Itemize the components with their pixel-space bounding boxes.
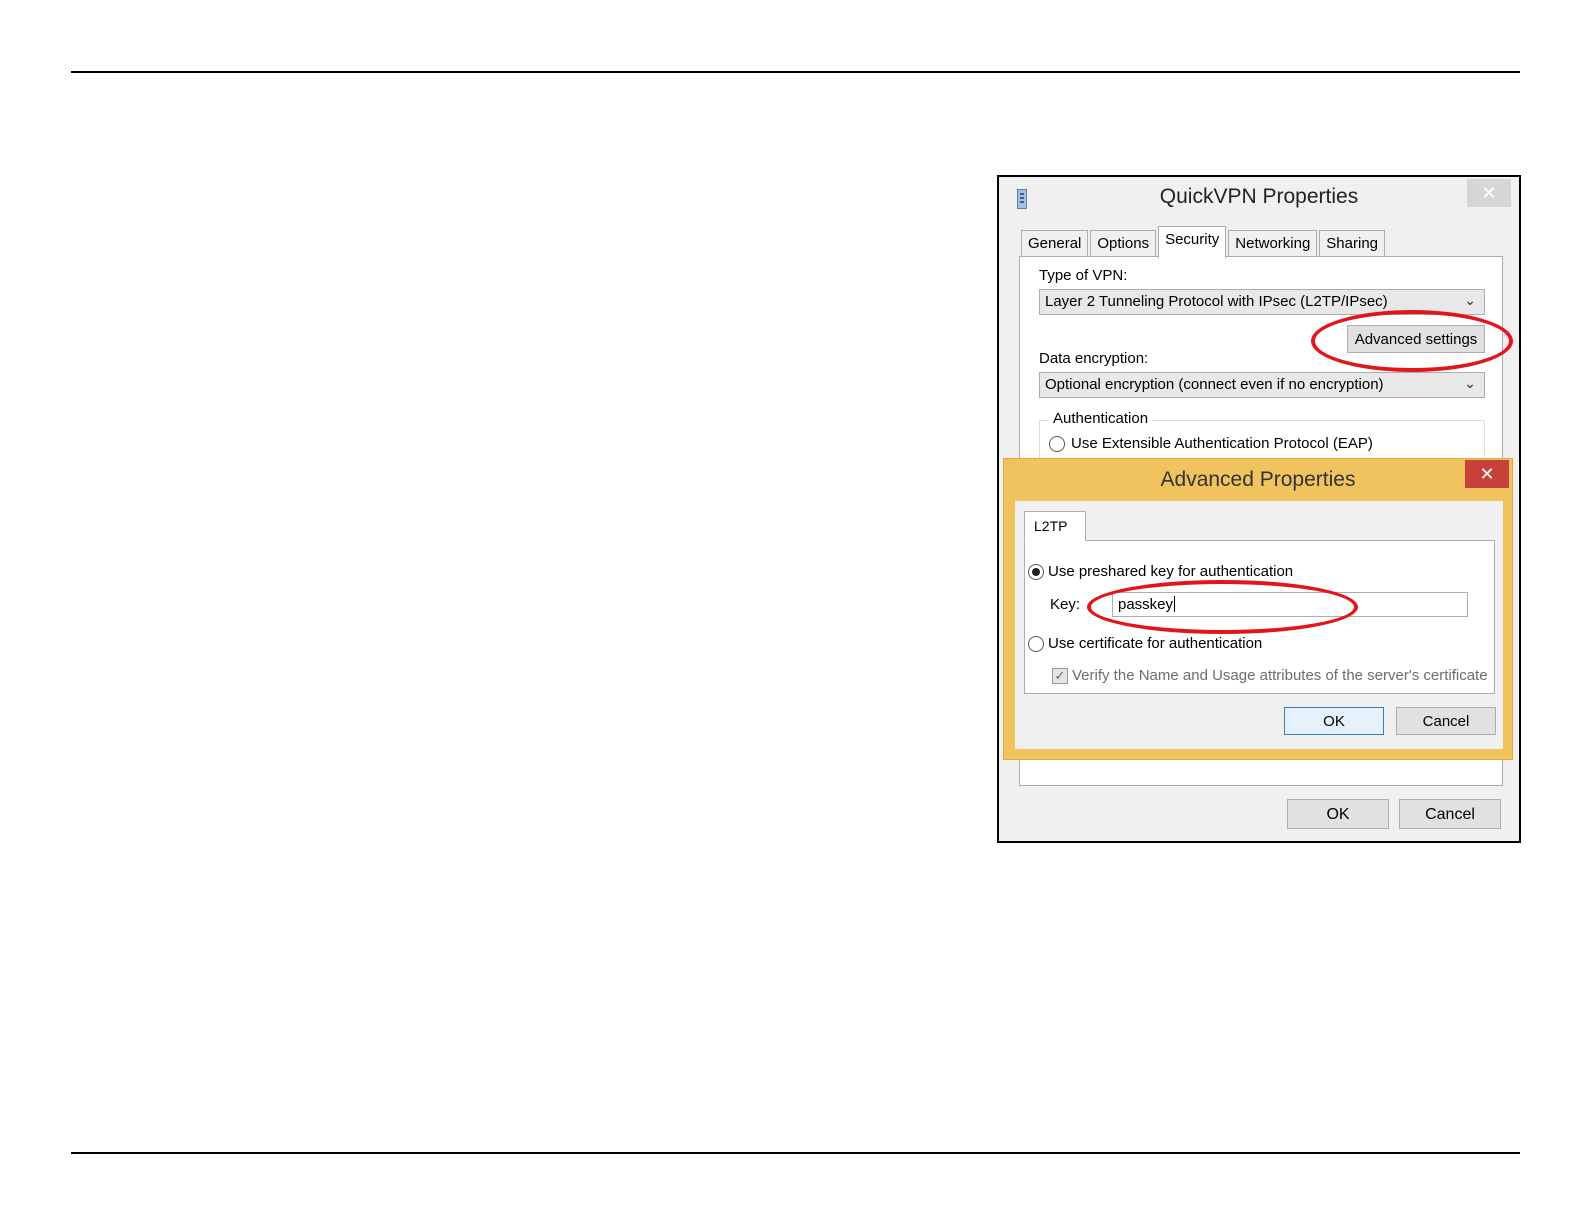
certificate-option-label: Use certificate for authentication (1048, 635, 1263, 652)
close-icon[interactable]: ✕ (1467, 179, 1511, 207)
cancel-button[interactable]: Cancel (1396, 707, 1496, 735)
preshared-key-radio[interactable] (1028, 564, 1044, 580)
preshared-key-option-label: Use preshared key for authentication (1048, 563, 1294, 580)
dialog-body: L2TP Use preshared key for authenticatio… (1015, 501, 1503, 749)
advanced-properties-window: Advanced Properties ✕ L2TP Use preshared… (1003, 458, 1513, 760)
tab-networking[interactable]: Networking (1228, 230, 1318, 258)
chevron-down-icon: ⌄ (1464, 292, 1476, 308)
eap-radio[interactable] (1049, 436, 1065, 452)
checkmark-icon[interactable]: ✓ (1052, 668, 1068, 684)
tab-sharing[interactable]: Sharing (1319, 230, 1385, 258)
data-encryption-dropdown[interactable]: Optional encryption (connect even if no … (1039, 372, 1485, 398)
advanced-settings-button[interactable]: Advanced settings (1347, 325, 1485, 353)
ok-button[interactable]: OK (1287, 799, 1389, 829)
verify-option-label: Verify the Name and Usage attributes of … (1072, 667, 1488, 684)
authentication-group-label: Authentication (1049, 410, 1153, 427)
vpn-type-value: Layer 2 Tunneling Protocol with IPsec (L… (1045, 293, 1388, 310)
key-input[interactable]: passkey (1112, 592, 1468, 617)
tab-strip: General Options Security Networking Shar… (1021, 226, 1387, 259)
top-rule (71, 71, 1520, 73)
chevron-down-icon: ⌄ (1464, 375, 1476, 391)
l2tp-panel: Use preshared key for authentication Key… (1024, 540, 1495, 694)
bottom-rule (71, 1152, 1520, 1154)
ok-button[interactable]: OK (1284, 707, 1384, 735)
tab-options[interactable]: Options (1090, 230, 1157, 258)
type-of-vpn-label: Type of VPN: (1039, 267, 1128, 284)
data-encryption-value: Optional encryption (connect even if no … (1045, 376, 1384, 393)
window-title: QuickVPN Properties (1159, 185, 1359, 208)
cancel-button[interactable]: Cancel (1399, 799, 1501, 829)
data-encryption-label: Data encryption: (1039, 350, 1149, 367)
close-icon[interactable]: ✕ (1465, 460, 1509, 488)
certificate-radio[interactable] (1028, 636, 1044, 652)
key-label: Key: (1050, 596, 1081, 613)
tab-general[interactable]: General (1021, 230, 1089, 258)
tab-security[interactable]: Security (1158, 226, 1227, 259)
window-title: Advanced Properties (1160, 468, 1356, 491)
vpn-type-dropdown[interactable]: Layer 2 Tunneling Protocol with IPsec (L… (1039, 289, 1485, 315)
eap-option-label: Use Extensible Authentication Protocol (… (1071, 435, 1373, 452)
tab-l2tp[interactable]: L2TP (1024, 511, 1086, 541)
title-bar: QuickVPN Properties ✕ (999, 177, 1519, 219)
